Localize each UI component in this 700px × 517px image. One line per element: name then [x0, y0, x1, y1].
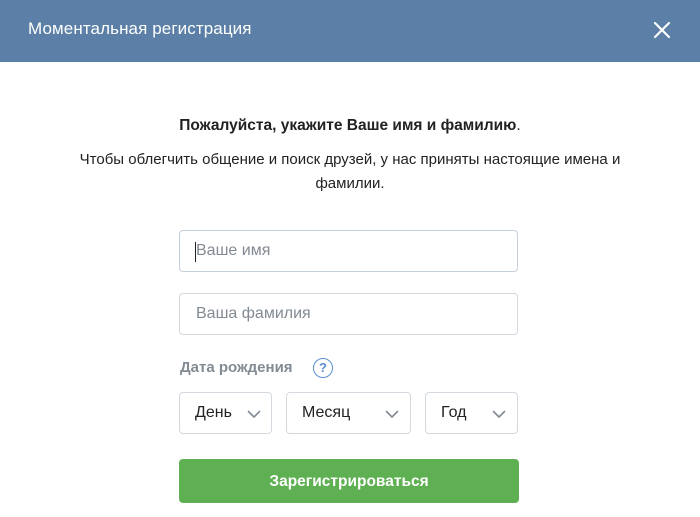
- birth-date-label: Дата рождения: [180, 359, 293, 376]
- day-select-value: День: [195, 404, 232, 421]
- month-select-value: Месяц: [302, 404, 351, 421]
- year-select-value: Год: [441, 404, 467, 421]
- first-name-field: [179, 230, 518, 272]
- chevron-down-icon: [385, 410, 399, 418]
- day-select[interactable]: День: [179, 392, 272, 434]
- last-name-input[interactable]: [180, 294, 517, 334]
- intro-headline-text: Пожалуйста, укажите Ваше имя и фамилию: [179, 117, 517, 134]
- intro-headline-end: .: [516, 117, 521, 134]
- chevron-down-icon: [492, 410, 506, 418]
- dialog-title: Моментальная регистрация: [28, 19, 252, 38]
- intro-headline: Пожалуйста, укажите Ваше имя и фамилию.: [0, 116, 700, 136]
- question-circle-icon[interactable]: ?: [313, 358, 333, 378]
- first-name-input[interactable]: [180, 231, 517, 271]
- text-caret: [195, 242, 196, 262]
- chevron-down-icon: [247, 410, 261, 418]
- dialog-header: Моментальная регистрация: [0, 0, 700, 62]
- intro-subtext: Чтобы облегчить общение и поиск друзей, …: [79, 151, 621, 192]
- register-button[interactable]: Зарегистрироваться: [179, 459, 519, 503]
- last-name-field: [179, 293, 518, 335]
- month-select[interactable]: Месяц: [286, 392, 411, 434]
- year-select[interactable]: Год: [425, 392, 518, 434]
- registration-dialog: Моментальная регистрация Пожалуйста, ука…: [0, 0, 700, 517]
- close-icon[interactable]: [650, 18, 674, 42]
